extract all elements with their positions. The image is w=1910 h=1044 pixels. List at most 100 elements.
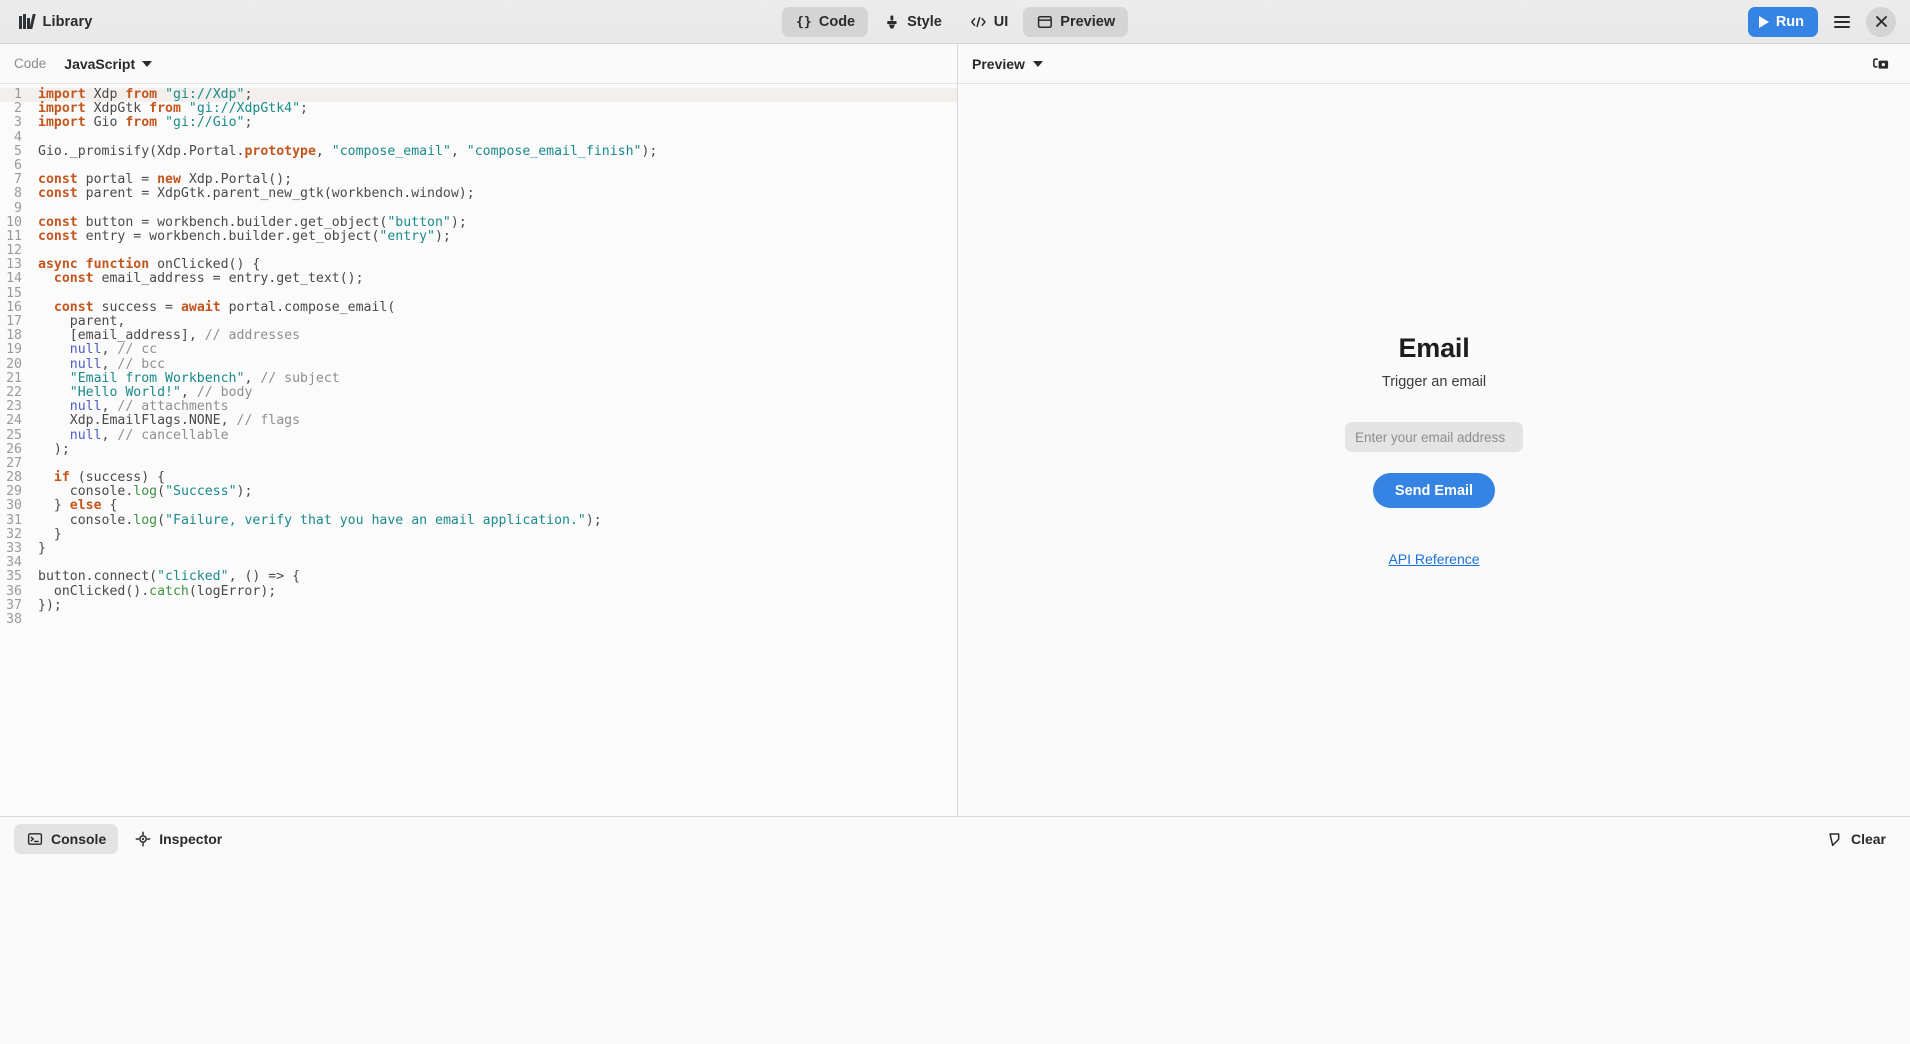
line-number: 24: [6, 413, 22, 429]
line-number: 4: [14, 129, 22, 145]
close-icon[interactable]: [1866, 6, 1896, 37]
line-number: 28: [6, 470, 22, 486]
header-bar: Library {} Code Style UI Preview Run: [0, 0, 1910, 44]
chevron-down-icon: [142, 60, 153, 67]
line-content: "Hello World!", // body: [69, 384, 253, 400]
preview-dropdown[interactable]: Preview: [972, 56, 1043, 72]
line-number: 23: [6, 399, 22, 415]
email-address-input[interactable]: [1345, 422, 1523, 452]
terminal-icon: [26, 830, 43, 847]
tab-style-label: Style: [907, 14, 942, 30]
line-content: button.connect("clicked", () => {: [38, 569, 301, 585]
code-line: 25 null, // cancellable: [0, 427, 957, 443]
preview-dropdown-label: Preview: [972, 55, 1025, 72]
code-line: 24 Xdp.EmailFlags.NONE, // flags: [0, 414, 957, 428]
window-icon: [1036, 14, 1053, 31]
braces-icon: {}: [795, 14, 812, 31]
code-line: 35 button.connect("clicked", () => {: [0, 570, 957, 584]
line-content: const parent = XdpGtk.parent_new_gtk(wor…: [38, 186, 475, 202]
line-content: );: [38, 441, 70, 457]
line-number: 31: [6, 512, 22, 528]
line-content: "Email from Workbench", // subject: [69, 370, 340, 386]
library-books-icon: [19, 14, 36, 29]
line-content: console.log("Failure, verify that you ha…: [38, 512, 602, 528]
code-line: 33}: [0, 541, 957, 556]
svg-text:{}: {}: [796, 15, 812, 30]
line-content: const button = workbench.builder.get_obj…: [38, 214, 467, 230]
line-content: [30, 287, 46, 301]
tab-preview[interactable]: Preview: [1023, 7, 1129, 37]
main-split: Code JavaScript 1 import Xdp from "gi://X…: [0, 44, 1910, 816]
code-toolbar: Code JavaScript: [0, 44, 957, 84]
code-line: 30 } else {: [0, 499, 957, 513]
line-content: [30, 202, 46, 216]
line-content: [30, 159, 46, 173]
send-email-button[interactable]: Send Email: [1372, 473, 1496, 508]
tab-inspector[interactable]: Inspector: [122, 824, 234, 854]
api-reference-link[interactable]: API Reference: [1388, 551, 1479, 567]
line-number: 21: [6, 370, 22, 386]
tab-ui[interactable]: UI: [957, 7, 1022, 37]
tab-code[interactable]: {} Code: [781, 7, 869, 37]
clear-button-label: Clear: [1850, 830, 1886, 847]
demo-subtitle: Trigger an email: [1381, 374, 1487, 390]
code-line: 28 if (success) {: [0, 470, 957, 486]
code-panel: Code JavaScript 1 import Xdp from "gi://X…: [0, 44, 958, 816]
preview-panel: Preview Email Trigger an email Send Emai…: [958, 44, 1910, 816]
code-line: 18 [email_address], // addresses: [0, 328, 957, 343]
tab-inspector-label: Inspector: [159, 830, 223, 847]
code-line: 13 async function onClicked() {: [0, 258, 957, 272]
code-line: 4: [0, 129, 957, 145]
code-line: 5 Gio._promisify(Xdp.Portal.prototype, "c…: [0, 143, 957, 159]
run-button[interactable]: Run: [1747, 6, 1818, 37]
line-content: [30, 613, 46, 627]
line-number: 25: [6, 427, 22, 443]
line-number: 11: [6, 228, 22, 244]
tab-ui-label: UI: [993, 14, 1009, 30]
header-actions: Run: [1747, 6, 1902, 37]
bottom-bar: Console Inspector Clear: [0, 816, 1910, 860]
line-content: Gio._promisify(Xdp.Portal.prototype, "co…: [38, 143, 658, 159]
code-line: 7 const portal = new Xdp.Portal();: [0, 172, 957, 188]
line-content: if (success) {: [53, 470, 166, 486]
line-content: const success = await portal.compose_ema…: [53, 299, 396, 315]
app-identity: Library: [8, 14, 92, 30]
tab-console-label: Console: [51, 830, 107, 847]
code-line: 14 const email_address = entry.get_text(…: [0, 272, 957, 286]
line-content: const portal = new Xdp.Portal();: [38, 172, 293, 188]
line-number: 10: [6, 214, 22, 230]
line-content: console.log("Success");: [38, 484, 253, 500]
clear-button[interactable]: Clear: [1816, 824, 1896, 854]
tab-console[interactable]: Console: [14, 823, 119, 854]
app-title: Library: [42, 13, 93, 30]
code-line: 16 const success = await portal.compose_…: [0, 299, 957, 315]
line-content: import Gio from "gi://Gio";: [38, 115, 253, 131]
tab-style[interactable]: Style: [870, 7, 955, 37]
code-line: 27: [0, 456, 957, 471]
line-number: 20: [6, 356, 22, 372]
code-line: 17 parent,: [0, 314, 957, 329]
code-toolbar-label: Code: [14, 56, 47, 71]
line-content: null, // attachments: [69, 399, 229, 415]
code-line: 23 null, // attachments: [0, 399, 957, 415]
chevron-down-icon: [1032, 60, 1043, 67]
preview-toolbar: Preview: [958, 44, 1910, 84]
line-number: 16: [6, 299, 22, 315]
code-line: 38: [0, 612, 957, 627]
code-line: 31 console.log("Failure, verify that you…: [0, 512, 957, 528]
code-line: 11 const entry = workbench.builder.get_ob…: [0, 228, 957, 244]
code-line: 34: [0, 555, 957, 570]
language-dropdown[interactable]: JavaScript: [64, 55, 153, 72]
code-editor[interactable]: 1 import Xdp from "gi://Xdp"; 2 import XdpG…: [0, 84, 957, 816]
hamburger-menu-icon[interactable]: [1827, 7, 1857, 37]
line-content: async function onClicked() {: [38, 257, 261, 273]
crosshair-icon: [134, 830, 151, 847]
screenshot-camera-icon[interactable]: [1866, 49, 1896, 79]
code-line: 26 );: [0, 441, 957, 457]
line-content: [30, 457, 46, 471]
line-number: 2: [14, 101, 22, 117]
line-number: 37: [6, 597, 22, 613]
line-content: }: [38, 526, 62, 542]
language-dropdown-label: JavaScript: [64, 55, 136, 72]
play-icon: [1758, 15, 1769, 28]
